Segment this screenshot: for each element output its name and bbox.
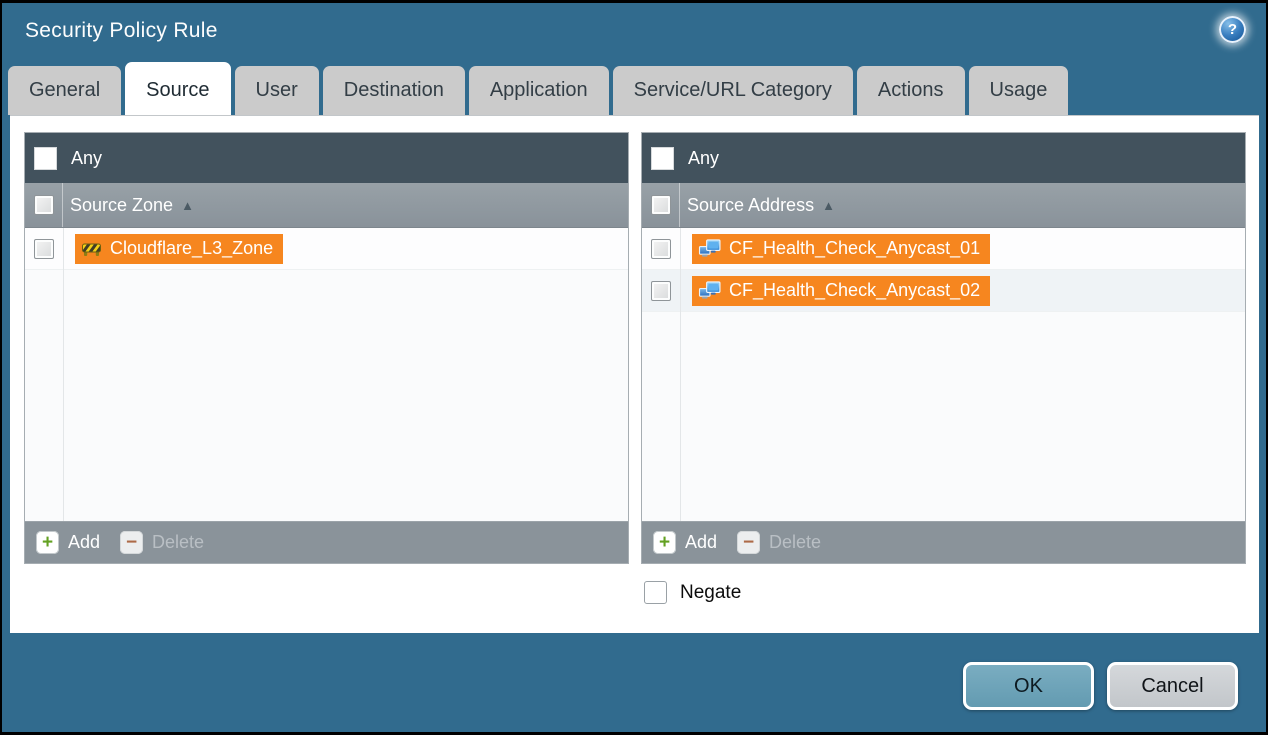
source-address-column-title: Source Address <box>687 195 814 216</box>
tab-bar: General Source User Destination Applicat… <box>2 61 1266 115</box>
security-policy-rule-dialog: Security Policy Rule ? General Source Us… <box>2 3 1266 732</box>
table-row[interactable]: Cloudflare_L3_Zone <box>25 228 628 270</box>
negate-row: Negate <box>644 581 741 604</box>
delete-icon: − <box>120 531 143 554</box>
add-button[interactable]: + Add <box>653 531 717 554</box>
sort-ascending-icon: ▲ <box>822 198 835 213</box>
add-button[interactable]: + Add <box>36 531 100 554</box>
ok-button[interactable]: OK <box>963 662 1094 710</box>
tab-actions[interactable]: Actions <box>857 66 965 115</box>
table-row[interactable]: CF_Health_Check_Anycast_01 <box>642 228 1245 270</box>
source-address-item-label: CF_Health_Check_Anycast_01 <box>729 238 980 259</box>
source-address-list: CF_Health_Check_Anycast_01 <box>642 228 1245 521</box>
tab-service-url-category[interactable]: Service/URL Category <box>613 66 853 115</box>
source-zone-any-header: Any <box>25 133 628 183</box>
delete-button[interactable]: − Delete <box>120 531 204 554</box>
source-address-select-all-checkbox[interactable] <box>651 195 671 215</box>
source-address-panel: Any Source Address ▲ <box>641 132 1246 564</box>
source-address-item-label: CF_Health_Check_Anycast_02 <box>729 280 980 301</box>
negate-label: Negate <box>680 582 741 604</box>
source-zone-select-all-checkbox[interactable] <box>34 195 54 215</box>
row-checkbox[interactable] <box>34 239 54 259</box>
address-icon <box>698 239 721 258</box>
address-icon <box>698 281 721 300</box>
source-zone-column-header[interactable]: Source Zone ▲ <box>25 183 628 228</box>
negate-checkbox[interactable] <box>644 581 667 604</box>
tab-application[interactable]: Application <box>469 66 609 115</box>
tab-source[interactable]: Source <box>125 62 230 115</box>
delete-button[interactable]: − Delete <box>737 531 821 554</box>
cancel-button[interactable]: Cancel <box>1107 662 1238 710</box>
row-checkbox[interactable] <box>651 239 671 259</box>
source-address-column-header[interactable]: Source Address ▲ <box>642 183 1245 228</box>
zone-icon <box>81 240 102 257</box>
source-address-footer: + Add − Delete <box>642 521 1245 563</box>
source-address-item[interactable]: CF_Health_Check_Anycast_02 <box>692 276 990 306</box>
help-icon[interactable]: ? <box>1219 16 1246 43</box>
source-zone-panel: Any Source Zone ▲ <box>24 132 629 564</box>
source-address-any-header: Any <box>642 133 1245 183</box>
tab-user[interactable]: User <box>235 66 319 115</box>
tab-usage[interactable]: Usage <box>969 66 1069 115</box>
source-zone-column-title: Source Zone <box>70 195 173 216</box>
source-zone-any-checkbox[interactable] <box>34 147 57 170</box>
source-address-item[interactable]: CF_Health_Check_Anycast_01 <box>692 234 990 264</box>
row-checkbox[interactable] <box>651 281 671 301</box>
table-row[interactable]: CF_Health_Check_Anycast_02 <box>642 270 1245 312</box>
dialog-titlebar: Security Policy Rule ? <box>2 3 1266 61</box>
add-icon: + <box>653 531 676 554</box>
source-zone-any-label: Any <box>71 148 102 169</box>
tab-content-source: Any Source Zone ▲ <box>10 115 1259 633</box>
dialog-title: Security Policy Rule <box>25 19 218 43</box>
tab-destination[interactable]: Destination <box>323 66 465 115</box>
source-address-any-checkbox[interactable] <box>651 147 674 170</box>
source-zone-list: Cloudflare_L3_Zone <box>25 228 628 521</box>
delete-icon: − <box>737 531 760 554</box>
add-icon: + <box>36 531 59 554</box>
tab-general[interactable]: General <box>8 66 121 115</box>
source-zone-item-label: Cloudflare_L3_Zone <box>110 238 273 259</box>
source-zone-footer: + Add − Delete <box>25 521 628 563</box>
dialog-button-bar: OK Cancel <box>2 633 1266 732</box>
sort-ascending-icon: ▲ <box>181 198 194 213</box>
source-address-any-label: Any <box>688 148 719 169</box>
source-zone-item[interactable]: Cloudflare_L3_Zone <box>75 234 283 264</box>
